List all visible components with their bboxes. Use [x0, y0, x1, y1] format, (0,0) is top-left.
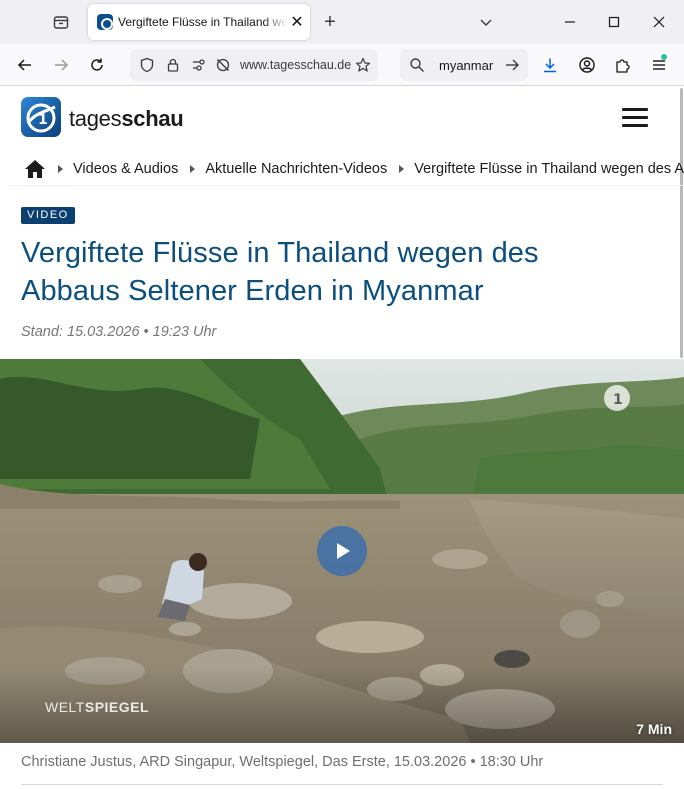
ard-logo-icon: 1: [604, 385, 630, 411]
video-caption: Christiane Justus, ARD Singapur, Weltspi…: [21, 754, 544, 770]
svg-text:1: 1: [38, 112, 48, 128]
breadcrumb: Videos & Audios Aktuelle Nachrichten-Vid…: [10, 152, 684, 186]
play-icon[interactable]: [317, 526, 367, 576]
lock-icon[interactable]: [164, 56, 182, 74]
puzzle-icon[interactable]: [608, 50, 638, 80]
video-duration: 7 Min: [636, 721, 672, 737]
site-header: 1 tagesschau: [0, 86, 684, 148]
chevron-down-icon[interactable]: [474, 10, 498, 34]
reload-icon[interactable]: [82, 50, 112, 80]
permissions-icon[interactable]: [192, 56, 210, 74]
update-badge: [661, 54, 667, 60]
back-arrow-icon[interactable]: [10, 50, 40, 80]
home-icon[interactable]: [24, 152, 46, 185]
article-headline: Vergiftete Flüsse in Thailand wegen des …: [21, 237, 539, 307]
url-text[interactable]: www.tagesschau.de: [240, 58, 352, 72]
svg-text:1: 1: [613, 392, 623, 408]
breadcrumb-label: Videos & Audios: [73, 160, 179, 177]
close-tab-icon[interactable]: ✕: [287, 12, 307, 32]
breadcrumb-item-current[interactable]: Vergiftete Flüsse in Thailand wegen des …: [399, 161, 684, 177]
search-input[interactable]: myanmar: [439, 58, 493, 73]
hamburger-icon[interactable]: [644, 50, 674, 80]
site-logo-text[interactable]: tagesschau: [69, 106, 184, 132]
star-icon[interactable]: [353, 55, 373, 75]
watermark-bold: SPIEGEL: [84, 699, 150, 715]
arrow-right-icon[interactable]: [503, 56, 521, 74]
video-badge: VIDEO: [21, 207, 75, 224]
browser-tab-bar: Vergiftete Flüsse in Thailand wegen des …: [0, 0, 684, 44]
breadcrumb-item-news-videos[interactable]: Aktuelle Nachrichten-Videos: [190, 161, 387, 177]
watermark-light: WELT: [45, 699, 85, 715]
page-content: 1 tagesschau Videos & Audios Aktuelle Na…: [0, 86, 684, 789]
minimize-window-icon[interactable]: [554, 6, 586, 38]
url-bar[interactable]: www.tagesschau.de: [130, 49, 378, 81]
forward-arrow-icon[interactable]: [46, 50, 76, 80]
tab-list-icon[interactable]: [44, 8, 78, 36]
browser-nav-bar: www.tagesschau.de myanmar: [0, 44, 684, 86]
video-player[interactable]: 1 WELTSPIEGEL 7 Min: [0, 359, 684, 743]
site-menu-icon[interactable]: [622, 108, 648, 128]
tagesschau-logo-icon[interactable]: 1: [21, 97, 61, 137]
breadcrumb-label: Vergiftete Flüsse in Thailand wegen des …: [414, 160, 684, 177]
download-icon[interactable]: [535, 50, 565, 80]
maximize-window-icon[interactable]: [598, 6, 630, 38]
logo-text-bold: schau: [121, 106, 184, 131]
account-icon[interactable]: [572, 50, 602, 80]
active-tab[interactable]: Vergiftete Flüsse in Thailand wegen des …: [88, 4, 310, 40]
tagesschau-favicon: [97, 14, 113, 30]
breadcrumb-label: Aktuelle Nachrichten-Videos: [205, 160, 388, 177]
new-tab-button[interactable]: +: [318, 10, 342, 34]
tab-title: Vergiftete Flüsse in Thailand wegen des …: [118, 15, 288, 29]
search-icon: [408, 56, 426, 74]
close-window-icon[interactable]: [643, 6, 675, 38]
shield-icon[interactable]: [138, 56, 156, 74]
search-bar[interactable]: myanmar: [400, 49, 528, 81]
divider: [21, 784, 663, 785]
breadcrumb-item-videos[interactable]: Videos & Audios: [58, 161, 178, 177]
logo-text-light: tages: [69, 106, 122, 131]
tracking-blocked-icon[interactable]: [214, 56, 232, 74]
weltspiegel-watermark: WELTSPIEGEL: [45, 699, 149, 715]
article-timestamp: Stand: 15.03.2026 • 19:23 Uhr: [21, 324, 217, 340]
